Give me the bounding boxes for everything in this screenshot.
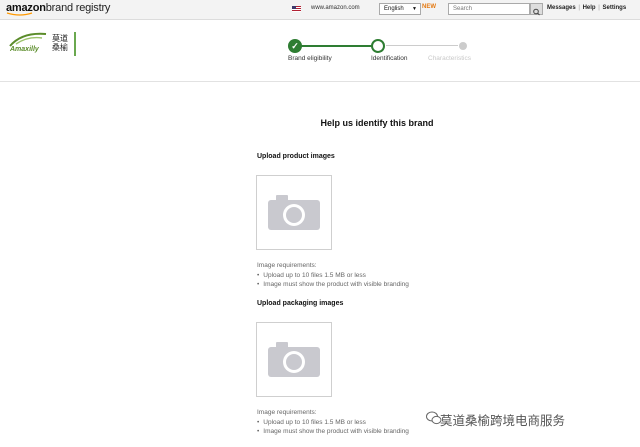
brand-logo-latin: Amaxilly: [10, 46, 39, 53]
brand-logo-chinese: 莫道 桑榆: [52, 34, 68, 52]
step-label-brand-eligibility: Brand eligibility: [288, 55, 332, 62]
step-label-characteristics: Characteristics: [428, 55, 471, 62]
brand-header: Amaxilly 莫道 桑榆: [0, 20, 640, 82]
marketplace-url[interactable]: www.amazon.com: [311, 5, 360, 11]
settings-link[interactable]: Settings: [603, 5, 627, 11]
requirement-item: Image must show the product with visible…: [257, 280, 409, 290]
search-icon: [533, 8, 540, 16]
language-value: English: [384, 6, 404, 12]
requirement-item: Upload up to 10 files 1.5 MB or less: [257, 271, 409, 281]
brand-logo-divider: [74, 32, 76, 56]
product-image-requirements: Image requirements: Upload up to 10 file…: [257, 261, 409, 290]
product-images-title: Upload product images: [257, 153, 335, 160]
search-button[interactable]: [530, 3, 543, 16]
help-link[interactable]: Help: [583, 5, 596, 11]
requirement-item: Image must show the product with visible…: [257, 427, 409, 437]
packaging-images-title: Upload packaging images: [257, 300, 344, 307]
camera-icon: [268, 195, 320, 230]
dropdown-caret-icon: ▼: [412, 6, 417, 12]
amazon-smile-icon: [6, 12, 33, 16]
account-links: Messages | Help | Settings: [547, 5, 627, 11]
packaging-image-requirements: Image requirements: Upload up to 10 file…: [257, 408, 409, 437]
messages-link[interactable]: Messages: [547, 5, 576, 11]
new-badge: NEW: [422, 4, 436, 10]
us-flag-icon: [292, 6, 301, 12]
language-select[interactable]: English ▼: [379, 3, 421, 15]
product-image-upload[interactable]: [256, 175, 332, 250]
top-bar: amazonbrand registry www.amazon.com Engl…: [0, 0, 640, 20]
stepper-line-complete: [301, 45, 372, 47]
search-input[interactable]: Search: [448, 3, 530, 15]
watermark-text: 莫道桑榆跨境电商服务: [440, 413, 566, 428]
step-label-identification: Identification: [371, 55, 408, 62]
camera-icon: [268, 342, 320, 377]
requirement-item: Upload up to 10 files 1.5 MB or less: [257, 418, 409, 428]
step-brand-eligibility-check-icon: ✓: [288, 39, 302, 53]
brand-logo: Amaxilly 莫道 桑榆: [8, 30, 78, 58]
step-identification-marker: [371, 39, 385, 53]
stepper-line-pending: [386, 45, 458, 46]
packaging-image-upload[interactable]: [256, 322, 332, 397]
page-title: Help us identify this brand: [320, 118, 434, 128]
step-characteristics-marker: [459, 42, 467, 50]
